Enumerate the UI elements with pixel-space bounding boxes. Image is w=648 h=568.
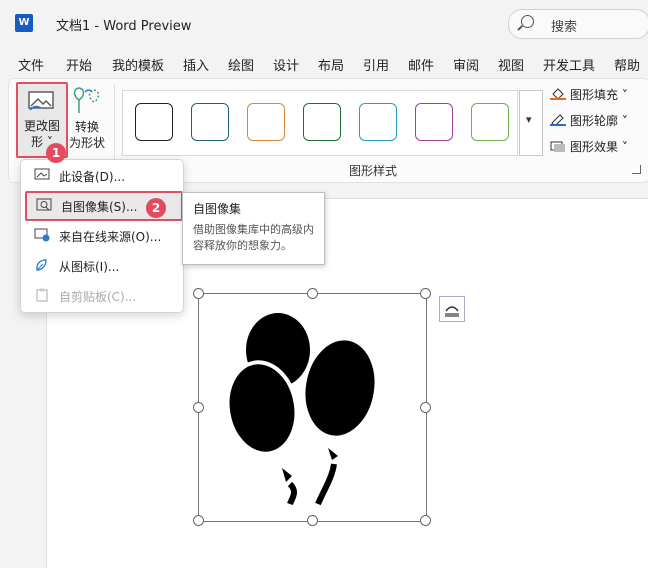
menu-home[interactable]: 开始	[66, 55, 92, 74]
resize-handle-top-left[interactable]	[193, 288, 204, 299]
style-swatch-4[interactable]	[303, 103, 341, 141]
dropdown-item-label: 来自在线来源(O)...	[59, 230, 162, 244]
shape-style-gallery	[122, 90, 518, 156]
style-swatch-7[interactable]	[471, 103, 509, 141]
image-set-icon	[36, 198, 52, 211]
menu-draw[interactable]: 绘图	[228, 55, 254, 74]
shape-fill-label: 图形填充 ˅	[570, 88, 628, 102]
resize-handle-bottom-left[interactable]	[193, 515, 204, 526]
change-shape-icon	[28, 91, 54, 111]
shape-effects-label: 图形效果 ˅	[570, 140, 628, 154]
menu-file[interactable]: 文件	[18, 55, 44, 74]
menu-developer[interactable]: 开发工具	[543, 55, 595, 74]
tooltip-title: 自图像集	[193, 202, 242, 216]
chevron-down-icon: ▾	[526, 113, 532, 126]
online-image-icon	[34, 228, 50, 242]
shape-outline-label: 图形轮廓 ˅	[570, 114, 628, 128]
menu-my-templates[interactable]: 我的模板	[112, 55, 164, 74]
menu-bar: 文件 开始 我的模板 插入 绘图 设计 布局 引用 邮件 审阅 视图 开发工具 …	[0, 48, 648, 78]
resize-handle-top-right[interactable]	[420, 288, 431, 299]
tooltip-body: 借助图像集库中的高级内容释放你的想象力。	[193, 223, 314, 252]
resize-handle-bottom[interactable]	[307, 515, 318, 526]
menu-layout[interactable]: 布局	[318, 55, 344, 74]
convert-to-shape-button[interactable]: 转换 为形状	[66, 82, 108, 154]
style-swatch-5[interactable]	[359, 103, 397, 141]
convert-shape-icon	[73, 87, 100, 113]
menu-review[interactable]: 审阅	[453, 55, 479, 74]
step-badge-2: 2	[146, 198, 166, 218]
menu-references[interactable]: 引用	[363, 55, 389, 74]
dropdown-item-label: 此设备(D)...	[59, 170, 126, 184]
title-bar: W 文档1 - Word Preview 搜索	[0, 0, 648, 46]
resize-handle-bottom-right[interactable]	[420, 515, 431, 526]
gallery-more-button[interactable]: ▾	[519, 90, 543, 156]
search-placeholder: 搜索	[551, 20, 578, 35]
style-swatch-1[interactable]	[135, 103, 173, 141]
style-swatch-6[interactable]	[415, 103, 453, 141]
layout-options-button[interactable]	[439, 296, 465, 322]
word-app-icon: W	[15, 14, 33, 32]
clipboard-image-icon	[36, 288, 48, 302]
dropdown-item-label: 从图标(I)...	[59, 260, 120, 274]
resize-handle-right[interactable]	[420, 402, 431, 413]
layout-options-icon	[445, 306, 459, 317]
dialog-launcher-icon[interactable]	[632, 165, 641, 174]
convert-label: 转换	[74, 120, 99, 134]
image-set-tooltip: 自图像集 借助图像集库中的高级内容释放你的想象力。	[182, 192, 325, 265]
device-image-icon	[34, 168, 50, 180]
resize-handle-left[interactable]	[193, 402, 204, 413]
dropdown-item-clipboard: 自剪贴板(C)...	[25, 283, 179, 309]
styles-group-label: 图形样式	[349, 164, 398, 178]
change-shape-label: 更改图	[23, 119, 60, 133]
style-swatch-3[interactable]	[247, 103, 285, 141]
dropdown-item-icons[interactable]: 从图标(I)...	[25, 253, 179, 279]
dropdown-item-this-device[interactable]: 此设备(D)...	[25, 163, 179, 189]
dropdown-item-online[interactable]: 来自在线来源(O)...	[25, 223, 179, 249]
style-swatch-2[interactable]	[191, 103, 229, 141]
effects-icon	[550, 141, 565, 152]
dropdown-item-label: 自剪贴板(C)...	[59, 290, 137, 304]
convert-label-2: 为形状	[68, 136, 105, 150]
step-badge-1: 1	[46, 143, 66, 163]
menu-insert[interactable]: 插入	[183, 55, 209, 74]
fill-bucket-icon	[550, 88, 566, 100]
menu-mailings[interactable]: 邮件	[408, 55, 434, 74]
search-icon	[521, 15, 534, 28]
window-title: 文档1 - Word Preview	[56, 19, 192, 34]
pen-outline-icon	[550, 114, 566, 126]
balloons-icon	[225, 313, 379, 506]
change-shape-dropdown: 此设备(D)... 自图像集(S)... 来自在线来源(O)... 从图标(I)…	[20, 159, 184, 313]
icon-library-icon	[36, 259, 47, 271]
search-box[interactable]: 搜索	[508, 9, 648, 39]
menu-help[interactable]: 帮助	[614, 55, 640, 74]
menu-design[interactable]: 设计	[273, 55, 299, 74]
menu-view[interactable]: 视图	[498, 55, 524, 74]
dropdown-item-label: 自图像集(S)...	[61, 200, 138, 214]
resize-handle-top[interactable]	[307, 288, 318, 299]
